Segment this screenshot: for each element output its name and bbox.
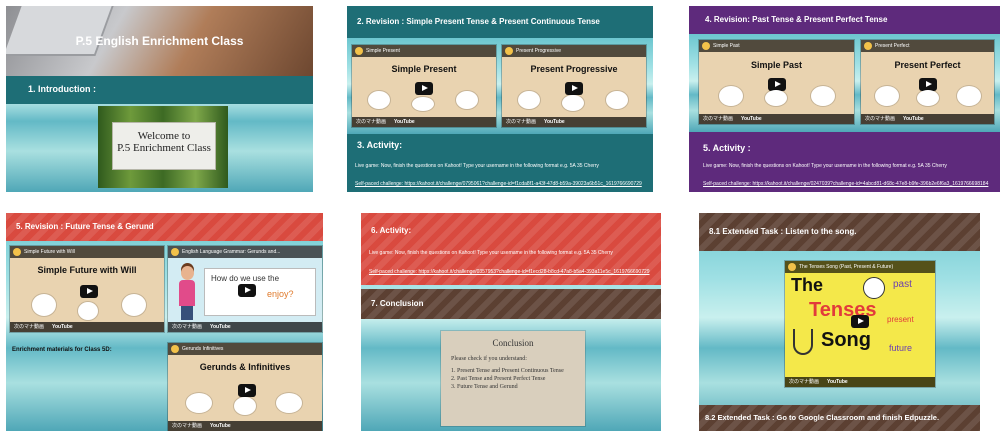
computer-icon xyxy=(917,90,939,106)
house-icon xyxy=(875,86,899,106)
kahoot-instructions: Live game: Now, finish the questions on … xyxy=(355,163,599,169)
video-present-perfect[interactable]: Present Perfect Present Perfect 次のマナ動画 Yo… xyxy=(861,40,994,124)
bed-icon xyxy=(368,91,390,109)
shoes-icon xyxy=(456,91,478,109)
header-desk-photo: P.5 English Enrichment Class xyxy=(6,6,313,76)
conclusion-card[interactable]: Conclusion Please check if you understan… xyxy=(441,331,585,426)
play-button[interactable] xyxy=(565,82,583,95)
youtube-logo: YouTube xyxy=(210,423,231,429)
tile-extended-task: 8.1 Extended Task : Listen to the song. … xyxy=(699,213,980,431)
food-icon xyxy=(412,97,434,111)
activity-heading: 3. Activity: xyxy=(357,140,403,150)
section-header-conclusion: 7. Conclusion xyxy=(361,289,661,319)
teacher-icon xyxy=(32,294,56,316)
tile-revision-past: 4. Revision: Past Tense & Present Perfec… xyxy=(689,6,1000,192)
section-header-extended-task: 8.1 Extended Task : Listen to the song. xyxy=(699,213,980,251)
video-present-progressive[interactable]: Present Progressive Present Progressive … xyxy=(502,45,646,127)
play-button[interactable] xyxy=(851,315,869,328)
tile-introduction: P.5 English Enrichment Class 1. Introduc… xyxy=(6,6,313,192)
play-button[interactable] xyxy=(80,285,98,298)
paper-icon xyxy=(122,294,146,316)
section-header-edpuzzle: 8.2 Extended Task : Go to Google Classro… xyxy=(699,405,980,431)
video-footer: 次のマナ動画 YouTube xyxy=(861,114,994,124)
video-footer: 次のマナ動画 YouTube xyxy=(352,117,496,127)
welcome-card: Welcome to P.5 Enrichment Class xyxy=(112,122,216,170)
section-header-revision-future: 5. Revision : Future Tense & Gerund xyxy=(6,213,323,241)
document-icon xyxy=(234,397,256,415)
speech-card: How do we use the enjoy? xyxy=(204,268,316,316)
play-button[interactable] xyxy=(238,384,256,397)
clock-icon xyxy=(863,277,885,299)
self-paced-link[interactable]: Self-paced challenge: https://kahoot.it/… xyxy=(703,181,995,187)
video-simple-future[interactable]: Simple Future with Will Simple Future wi… xyxy=(10,246,164,332)
kahoot-instructions: Live game: Now, finish the questions on … xyxy=(369,250,613,256)
record-player-icon xyxy=(186,393,212,413)
youtube-logo: YouTube xyxy=(544,119,565,125)
video-footer: 次のマナ動画 YouTube xyxy=(168,322,322,332)
video-area: Simple Present Simple Present 次のマナ動画 YouT… xyxy=(347,38,653,134)
video-footer: 次のマナ動画 YouTube xyxy=(168,421,322,431)
umbrella-icon xyxy=(606,91,628,109)
youtube-logo: YouTube xyxy=(52,324,73,330)
youtube-logo: YouTube xyxy=(827,379,848,385)
materials-label: Enrichment materials for Class 5D: xyxy=(12,347,112,353)
youtube-logo: YouTube xyxy=(903,116,924,122)
phone-icon xyxy=(78,302,98,320)
notebook-icon xyxy=(719,86,743,106)
girl-illustration xyxy=(176,266,198,322)
self-paced-link[interactable]: Self-paced challenge: https://kahoot.it/… xyxy=(369,269,654,275)
clothes-icon xyxy=(811,86,835,106)
page-title: P.5 English Enrichment Class xyxy=(75,34,244,48)
video-gerunds-grammar[interactable]: English Language Grammar: Gerunds and...… xyxy=(168,246,322,332)
cake-icon xyxy=(957,86,981,106)
laptop-icon xyxy=(276,393,302,413)
self-paced-link[interactable]: Self-paced challenge: https://kahoot.it/… xyxy=(355,181,645,187)
video-simple-past[interactable]: Simple Past Simple Past 次のマナ動画 YouTube xyxy=(699,40,854,124)
activity-heading: 5. Activity : xyxy=(703,143,751,153)
tile-revision-future: 5. Revision : Future Tense & Gerund Simp… xyxy=(6,213,323,431)
video-area: Simple Past Simple Past 次のマナ動画 YouTube Pr… xyxy=(689,34,1000,132)
bicycle-icon xyxy=(518,91,540,109)
tile-revision-present: 2. Revision : Simple Present Tense & Pre… xyxy=(347,6,653,192)
youtube-logo: YouTube xyxy=(394,119,415,125)
video-footer: 次のマナ動画 YouTube xyxy=(502,117,646,127)
video-footer: 次のマナ動画 YouTube xyxy=(10,322,164,332)
video-gerunds-infinitives[interactable]: Gerunds Infinitives Gerunds & Infinitive… xyxy=(168,343,322,431)
dinner-icon xyxy=(765,90,787,106)
section-header-revision-present: 2. Revision : Simple Present Tense & Pre… xyxy=(347,6,653,38)
video-simple-present[interactable]: Simple Present Simple Present 次のマナ動画 YouT… xyxy=(352,45,496,127)
youtube-logo: YouTube xyxy=(210,324,231,330)
section-header-revision-past: 4. Revision: Past Tense & Present Perfec… xyxy=(689,6,1000,34)
pizza-icon xyxy=(562,95,584,111)
video-footer: 次のマナ動画 YouTube xyxy=(699,114,854,124)
activity-band: 6. Activity: Live game: Now, finish the … xyxy=(361,213,661,285)
welcome-slide[interactable]: Welcome to P.5 Enrichment Class xyxy=(98,106,228,188)
youtube-logo: YouTube xyxy=(741,116,762,122)
play-button[interactable] xyxy=(415,82,433,95)
video-tenses-song[interactable]: The Tenses Song (Past, Present & Future)… xyxy=(785,261,935,387)
kahoot-instructions: Live game: Now, finish the questions on … xyxy=(703,163,947,169)
anchor-icon xyxy=(793,329,813,355)
play-button[interactable] xyxy=(238,284,256,297)
tile-activity-conclusion: 6. Activity: Live game: Now, finish the … xyxy=(361,213,661,431)
section-header-introduction: 1. Introduction : xyxy=(6,76,313,104)
video-footer: 次のマナ動画 YouTube xyxy=(785,377,935,387)
